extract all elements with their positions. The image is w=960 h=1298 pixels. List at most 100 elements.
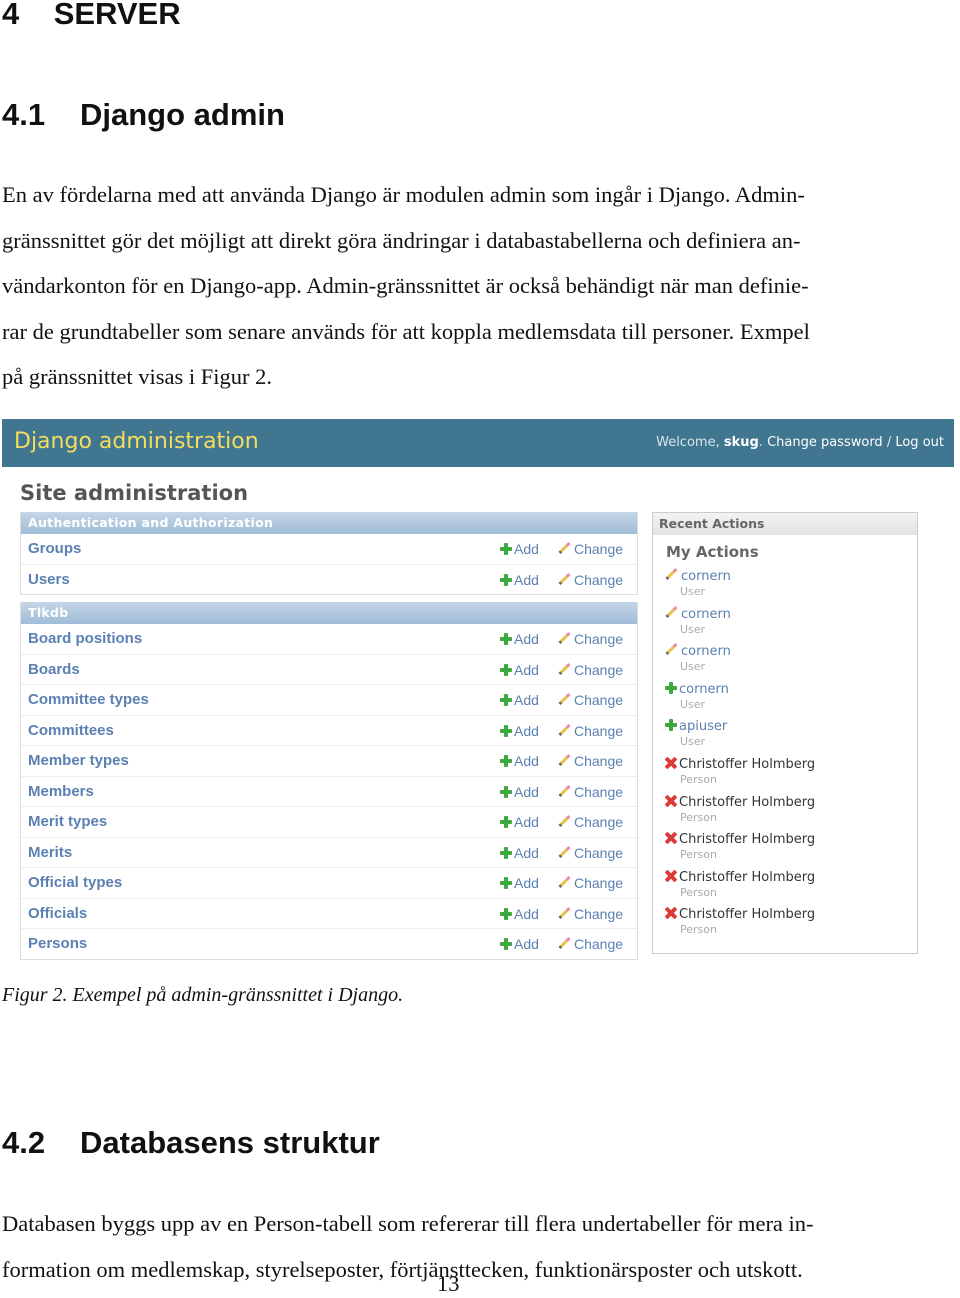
change-link[interactable]: Change bbox=[558, 814, 623, 830]
add-link[interactable]: Add bbox=[500, 906, 539, 922]
model-link[interactable]: Board positions bbox=[28, 630, 142, 647]
model-link[interactable]: Member types bbox=[28, 752, 129, 769]
admin-brand[interactable]: Django administration bbox=[14, 429, 259, 454]
admin-header: Django administration Welcome, skug. Cha… bbox=[2, 419, 954, 467]
add-link[interactable]: Add bbox=[500, 784, 539, 800]
recent-action-type: User bbox=[680, 585, 706, 598]
chapter-number: 4 bbox=[2, 0, 20, 31]
delete-icon bbox=[665, 795, 677, 807]
delete-icon bbox=[665, 870, 677, 882]
model-link[interactable]: Merit types bbox=[28, 813, 107, 830]
model-row: Member types Add Change bbox=[21, 746, 637, 777]
pencil-icon bbox=[558, 785, 571, 798]
model-link[interactable]: Officials bbox=[28, 905, 87, 922]
change-label: Change bbox=[574, 905, 624, 922]
model-link[interactable]: Committee types bbox=[28, 691, 149, 708]
add-label: Add bbox=[514, 844, 539, 861]
add-link[interactable]: Add bbox=[500, 572, 539, 588]
log-out-link[interactable]: Log out bbox=[895, 435, 944, 450]
add-link[interactable]: Add bbox=[500, 631, 539, 647]
pencil-icon bbox=[665, 643, 678, 656]
change-link[interactable]: Change bbox=[558, 784, 623, 800]
add-icon bbox=[500, 694, 512, 706]
change-link[interactable]: Change bbox=[558, 662, 623, 678]
change-label: Change bbox=[574, 844, 624, 861]
pencil-icon bbox=[558, 937, 571, 950]
change-link[interactable]: Change bbox=[558, 753, 623, 769]
change-link[interactable]: Change bbox=[558, 692, 623, 708]
model-row: Merit types Add Change bbox=[21, 807, 637, 838]
add-link[interactable]: Add bbox=[500, 845, 539, 861]
recent-action-object[interactable]: apiuser bbox=[679, 719, 727, 734]
recent-action-object[interactable]: cornern bbox=[681, 569, 731, 584]
model-link[interactable]: Persons bbox=[28, 935, 87, 952]
change-link[interactable]: Change bbox=[558, 541, 623, 557]
add-link[interactable]: Add bbox=[500, 936, 539, 952]
model-link[interactable]: Committees bbox=[28, 722, 114, 739]
model-link[interactable]: Boards bbox=[28, 661, 80, 678]
change-label: Change bbox=[574, 541, 624, 557]
recent-action-type: User bbox=[680, 697, 706, 711]
add-link[interactable]: Add bbox=[500, 541, 539, 557]
change-label: Change bbox=[574, 692, 624, 708]
recent-action-object: Christoffer Holmberg bbox=[679, 756, 816, 772]
pencil-icon bbox=[558, 876, 571, 889]
recent-action-object: Christoffer Holmberg bbox=[679, 907, 816, 923]
paragraph-line: på gränssnittet visas i Figur 2. bbox=[2, 364, 272, 389]
recent-action-type: User bbox=[680, 735, 706, 749]
change-link[interactable]: Change bbox=[558, 845, 623, 861]
pencil-icon bbox=[558, 815, 571, 828]
model-row: Committees Add Change bbox=[21, 716, 637, 746]
paragraph-line: Databasen byggs upp av en Person-tabell … bbox=[2, 1211, 814, 1236]
recent-action-item: cornern User bbox=[665, 678, 917, 716]
change-link[interactable]: Change bbox=[558, 936, 623, 952]
recent-action-object[interactable]: cornern bbox=[681, 644, 731, 659]
add-link[interactable]: Add bbox=[500, 662, 539, 678]
model-link[interactable]: Groups bbox=[28, 540, 81, 557]
model-row: Users Add Change bbox=[21, 565, 637, 595]
change-link[interactable]: Change bbox=[558, 906, 623, 922]
recent-action-item: cornern User bbox=[665, 565, 917, 603]
paragraph-line: vändarkonton för en Django-app. Admin-gr… bbox=[2, 273, 809, 298]
pencil-icon bbox=[558, 693, 571, 706]
recent-action-object[interactable]: cornern bbox=[679, 682, 729, 697]
recent-action-object[interactable]: cornern bbox=[681, 607, 731, 622]
model-link[interactable]: Official types bbox=[28, 874, 122, 891]
delete-icon bbox=[665, 907, 677, 919]
add-link[interactable]: Add bbox=[500, 875, 539, 891]
model-row: Board positions Add Change bbox=[21, 624, 637, 655]
module-caption[interactable]: Authentication and Authorization bbox=[21, 512, 637, 534]
add-link[interactable]: Add bbox=[500, 814, 539, 830]
delete-icon bbox=[665, 832, 677, 844]
change-password-link[interactable]: Change password bbox=[767, 435, 883, 450]
module-caption[interactable]: Tlkdb bbox=[21, 602, 637, 624]
change-link[interactable]: Change bbox=[558, 572, 623, 588]
recent-action-type: Person bbox=[680, 810, 717, 824]
model-link[interactable]: Merits bbox=[28, 844, 72, 861]
add-link[interactable]: Add bbox=[500, 692, 539, 708]
section-title: Databasens struktur bbox=[80, 1125, 380, 1160]
paragraph-line: gränssnittet gör det möjligt att direkt … bbox=[2, 227, 801, 253]
section-number: 4.1 bbox=[2, 97, 46, 132]
add-label: Add bbox=[514, 571, 539, 588]
recent-action-object: Christoffer Holmberg bbox=[679, 832, 816, 848]
pencil-icon bbox=[558, 907, 571, 920]
pencil-icon bbox=[558, 754, 571, 767]
model-link[interactable]: Users bbox=[28, 571, 70, 588]
model-row: Official types Add Change bbox=[21, 868, 637, 899]
add-icon bbox=[500, 724, 512, 737]
change-link[interactable]: Change bbox=[558, 875, 623, 891]
change-link[interactable]: Change bbox=[558, 723, 623, 739]
section-heading-4-2: 4.2 Databasens struktur bbox=[2, 1125, 380, 1161]
model-link[interactable]: Members bbox=[28, 783, 94, 800]
add-label: Add bbox=[514, 814, 539, 830]
change-link[interactable]: Change bbox=[558, 631, 623, 647]
recent-action-type: Person bbox=[680, 772, 717, 786]
pencil-icon bbox=[558, 663, 571, 676]
module-auth: Authentication and Authorization Groups A… bbox=[20, 512, 638, 595]
add-link[interactable]: Add bbox=[500, 753, 539, 769]
figure-caption: Figur 2. Exempel på admin-gränssnittet i… bbox=[2, 984, 404, 1006]
add-link[interactable]: Add bbox=[500, 723, 539, 739]
add-label: Add bbox=[514, 692, 539, 708]
model-row: Persons Add Change bbox=[21, 929, 637, 959]
